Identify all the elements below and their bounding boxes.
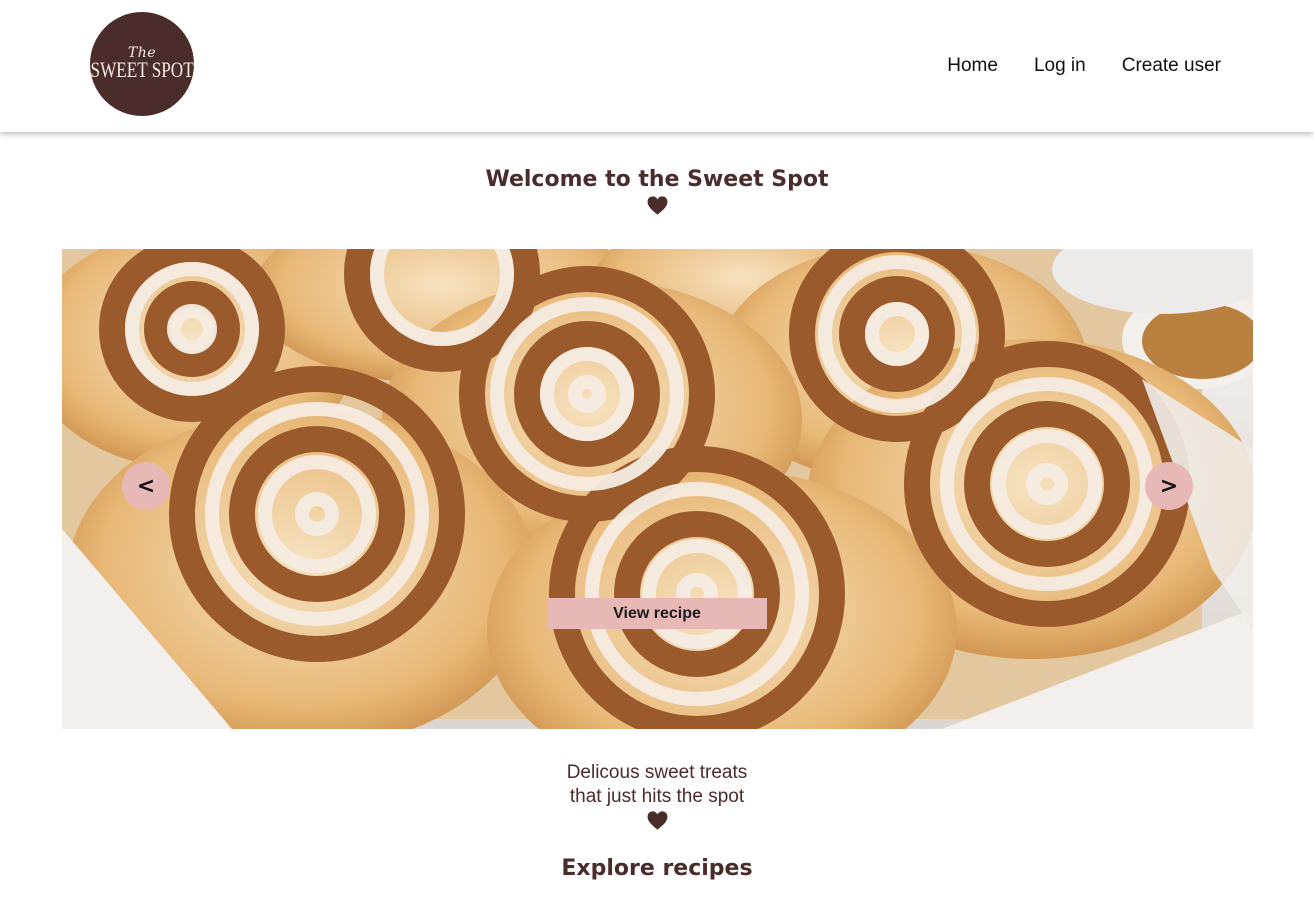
- logo[interactable]: The SWEET SPOT: [90, 12, 194, 116]
- nav-create-user-link[interactable]: Create user: [1122, 54, 1221, 78]
- tagline-line-1: Delicous sweet treats: [566, 762, 748, 783]
- main-nav: Home Log in Create user: [947, 54, 1221, 78]
- welcome-title: Welcome to the Sweet Spot: [485, 167, 829, 192]
- carousel-next-button[interactable]: >: [1145, 462, 1193, 510]
- recipe-carousel: < > View recipe: [62, 249, 1253, 729]
- explore-recipes-heading: Explore recipes: [561, 856, 753, 881]
- tagline-line-2: that just hits the spot: [569, 786, 745, 807]
- nav-login-link[interactable]: Log in: [1034, 54, 1086, 78]
- carousel-prev-button[interactable]: <: [122, 462, 170, 510]
- nav-home-link[interactable]: Home: [947, 54, 998, 78]
- heart-icon: [647, 811, 668, 830]
- site-header: The SWEET SPOT Home Log in Create user: [0, 0, 1314, 132]
- tagline: Delicous sweet treats that just hits the…: [0, 761, 1314, 809]
- heart-icon: [647, 196, 668, 215]
- logo-main-text: SWEET SPOT: [90, 56, 194, 82]
- cinnamon-rolls-photo: [62, 249, 1253, 729]
- view-recipe-button[interactable]: View recipe: [547, 598, 767, 629]
